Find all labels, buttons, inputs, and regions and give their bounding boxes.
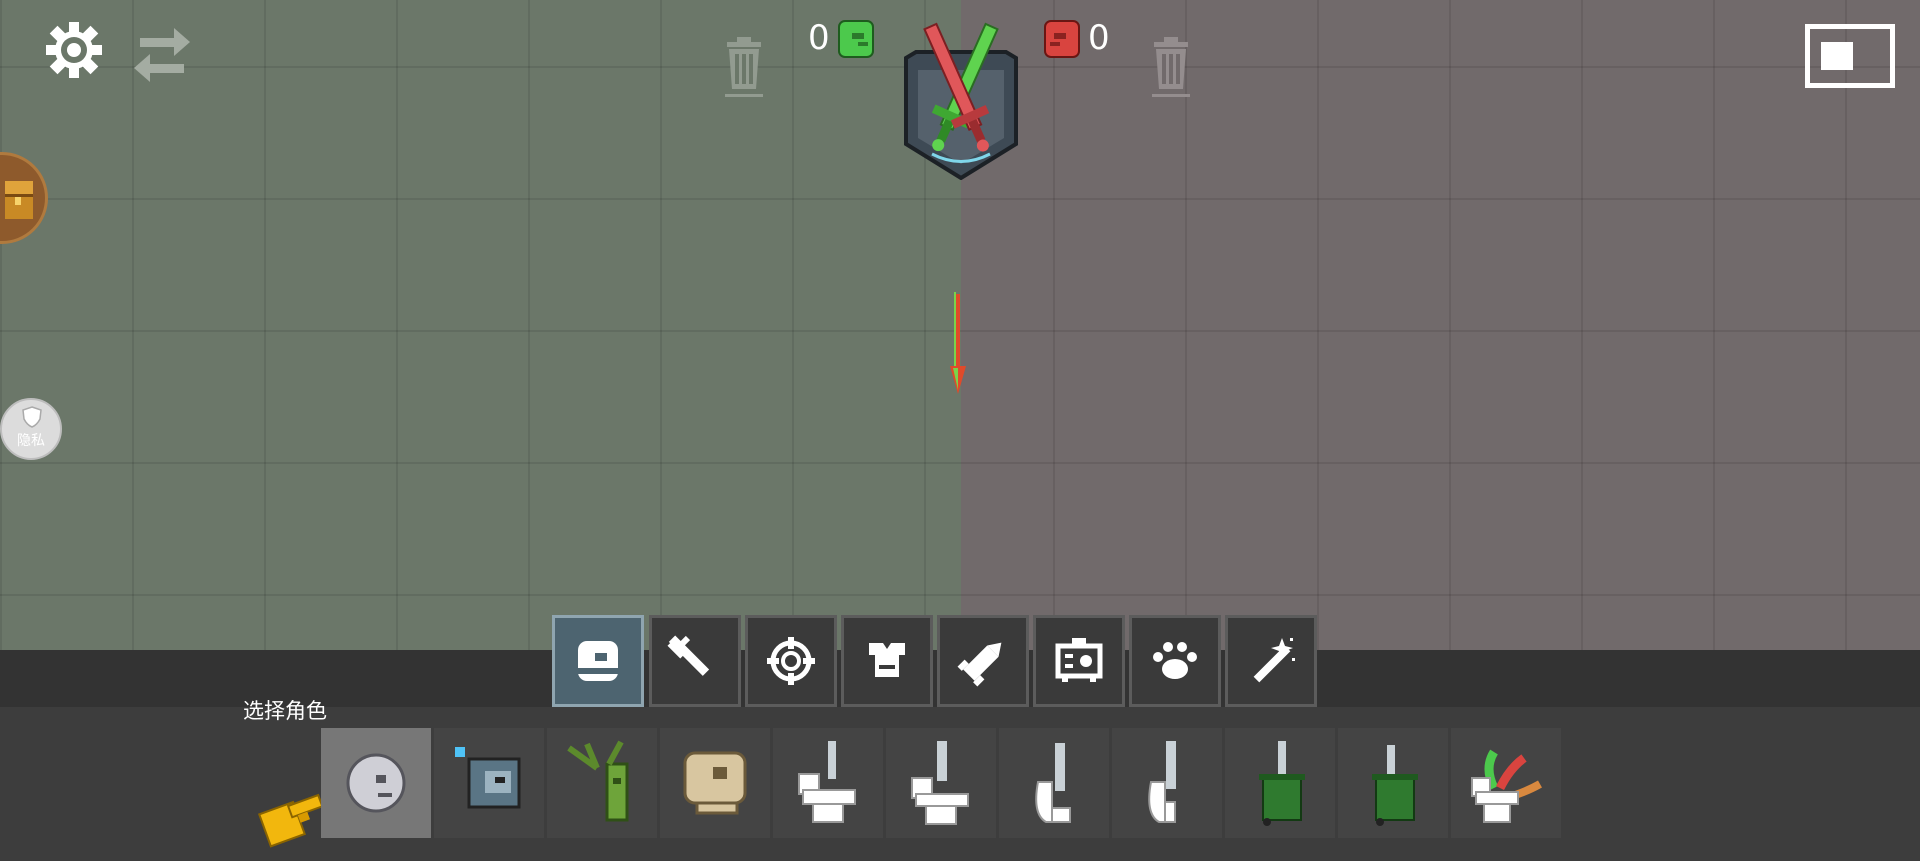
tab-explosives[interactable] — [937, 615, 1029, 707]
red-trash-icon[interactable] — [1152, 34, 1192, 97]
red-score: 0 — [1088, 18, 1110, 58]
item-toilet-character-3[interactable] — [999, 728, 1109, 838]
item-gray-ball-character[interactable] — [321, 728, 431, 838]
red-character-icon — [1044, 20, 1080, 58]
settings-gear-icon[interactable] — [44, 20, 104, 80]
battle-emblem-icon[interactable] — [896, 14, 1026, 181]
layout-toggle-fill — [1821, 42, 1853, 70]
hand-pointer-icon — [248, 782, 332, 852]
item-toilet-character-1[interactable] — [773, 728, 883, 838]
item-toilet-character-4[interactable] — [1112, 728, 1222, 838]
tab-machines[interactable] — [1033, 615, 1125, 707]
rocket-icon — [957, 642, 1002, 687]
tab-magic[interactable] — [1225, 615, 1317, 707]
shield-icon — [22, 406, 42, 428]
privacy-label: 隐私 — [17, 433, 45, 449]
treasure-chest-icon — [5, 181, 33, 219]
tab-armor[interactable] — [841, 615, 933, 707]
paw-icon — [1153, 642, 1197, 679]
machine-icon — [1055, 638, 1103, 682]
green-trash-icon[interactable] — [723, 34, 763, 97]
green-character-icon — [838, 20, 874, 58]
armor-icon — [869, 643, 905, 677]
crosshair-icon — [767, 637, 815, 685]
sword-icon — [667, 635, 710, 676]
item-toilet-worm-character[interactable] — [1451, 728, 1561, 838]
tab-characters[interactable] — [552, 615, 644, 707]
character-face-icon — [578, 641, 618, 681]
layout-toggle-icon[interactable] — [1805, 24, 1895, 88]
item-plant-character[interactable] — [547, 728, 657, 838]
item-toilet-character-2[interactable] — [886, 728, 996, 838]
item-trashcan-character-1[interactable] — [1225, 728, 1335, 838]
privacy-button[interactable]: 隐私 — [0, 398, 62, 460]
team-divider-arrow-icon — [950, 292, 966, 396]
item-robot-character[interactable] — [434, 728, 544, 838]
tab-animals[interactable] — [1129, 615, 1221, 707]
tab-melee-weapons[interactable] — [649, 615, 741, 707]
tab-firearms[interactable] — [745, 615, 837, 707]
magic-wand-icon — [1253, 638, 1295, 683]
item-trashcan-character-2[interactable] — [1338, 728, 1448, 838]
swap-arrows-icon[interactable] — [130, 24, 194, 88]
panel-title: 选择角色 — [243, 699, 327, 723]
item-skull-character[interactable] — [660, 728, 770, 838]
green-score: 0 — [808, 18, 830, 58]
